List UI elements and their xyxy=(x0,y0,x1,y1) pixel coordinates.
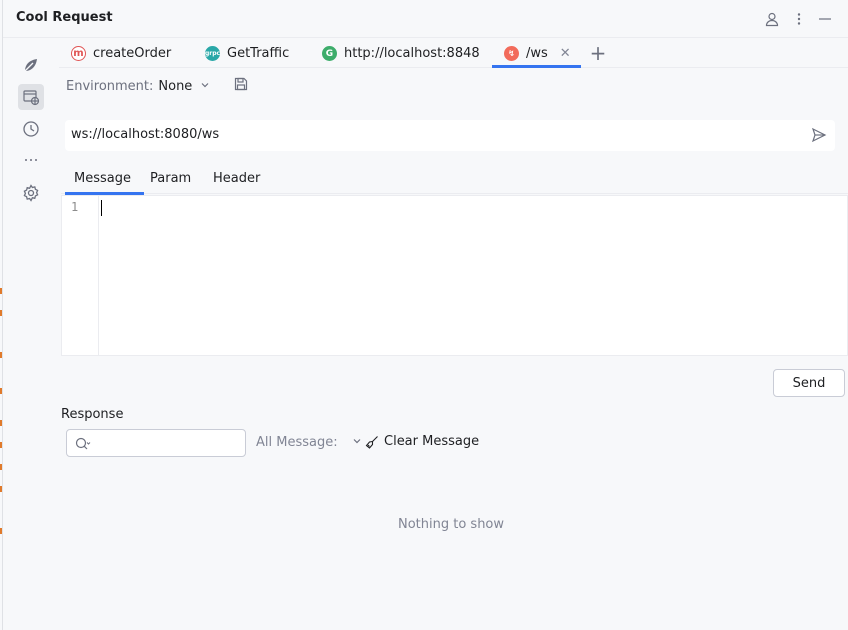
settings-gear-icon[interactable] xyxy=(18,180,44,206)
url-input[interactable]: ws://localhost:8080/ws xyxy=(71,127,219,142)
environment-label: Environment: xyxy=(66,78,154,94)
url-bar[interactable]: ws://localhost:8080/ws xyxy=(65,120,835,151)
tab-localhost-8848[interactable]: G http://localhost:8848 xyxy=(322,39,480,68)
tab-header[interactable]: Header xyxy=(213,171,260,186)
edge-mark xyxy=(0,288,2,294)
text-caret xyxy=(101,200,102,216)
line-gutter: 1 xyxy=(62,196,99,355)
history-icon[interactable] xyxy=(18,116,44,142)
tab-label: GetTraffic xyxy=(227,46,290,61)
edge-mark xyxy=(0,528,2,534)
line-number: 1 xyxy=(71,200,79,214)
edge-mark xyxy=(0,442,2,448)
clear-message-label: Clear Message xyxy=(384,434,480,449)
send-button[interactable]: Send xyxy=(773,369,845,397)
m-circle-icon: m xyxy=(71,46,86,61)
response-search-input[interactable] xyxy=(66,429,246,457)
edge-mark xyxy=(0,464,2,470)
request-tabs: m createOrder grpc GetTraffic G http://l… xyxy=(59,39,848,68)
edge-mark xyxy=(0,310,2,316)
web-request-icon[interactable] xyxy=(18,84,44,110)
environment-row: Environment: None xyxy=(66,76,248,96)
tab-ws[interactable]: ↯ /ws ✕ xyxy=(492,39,581,68)
tab-label: /ws xyxy=(526,46,548,61)
message-editor[interactable]: 1 xyxy=(61,195,848,356)
send-arrow-icon[interactable] xyxy=(811,127,827,147)
add-tab-icon[interactable]: + xyxy=(589,43,607,63)
grpc-icon: grpc xyxy=(205,46,220,61)
chevron-down-icon xyxy=(352,435,362,450)
broom-icon xyxy=(365,435,378,449)
tab-label: http://localhost:8848 xyxy=(344,46,480,61)
app-window: Cool Request m createOrder grpc GetTraff… xyxy=(2,0,848,630)
edge-mark xyxy=(0,388,2,394)
save-icon[interactable] xyxy=(234,77,248,95)
search-icon xyxy=(75,436,91,455)
leaf-icon[interactable] xyxy=(18,52,44,78)
close-tab-icon[interactable]: ✕ xyxy=(560,46,571,61)
clear-message-button[interactable]: Clear Message xyxy=(365,434,479,449)
left-toolbar xyxy=(3,39,59,630)
more-horizontal-icon[interactable] xyxy=(18,146,44,172)
more-vertical-icon[interactable] xyxy=(788,8,810,30)
tab-label: createOrder xyxy=(93,46,172,61)
left-edge-strip xyxy=(0,0,2,630)
message-filter-dropdown[interactable]: All Message: xyxy=(256,435,362,450)
minimize-icon[interactable] xyxy=(814,8,836,30)
edge-mark xyxy=(0,486,2,492)
environment-select[interactable]: None xyxy=(158,79,192,94)
chevron-down-icon[interactable] xyxy=(200,79,210,94)
ws-icon: ↯ xyxy=(504,46,519,61)
tab-message[interactable]: Message xyxy=(65,171,144,195)
title-bar: Cool Request xyxy=(3,0,848,38)
message-filter-label: All Message: xyxy=(256,435,338,450)
user-icon[interactable] xyxy=(761,8,783,30)
tab-create-order[interactable]: m createOrder xyxy=(71,39,171,68)
app-title: Cool Request xyxy=(16,10,113,25)
message-tabs: Message Param Header xyxy=(61,168,848,195)
g-circle-icon: G xyxy=(322,46,337,61)
edge-mark xyxy=(0,420,2,426)
tab-get-traffic[interactable]: grpc GetTraffic xyxy=(205,39,289,68)
empty-state-text: Nothing to show xyxy=(397,517,505,532)
edge-mark xyxy=(0,352,2,358)
tab-param[interactable]: Param xyxy=(150,171,191,186)
response-label: Response xyxy=(61,407,124,422)
